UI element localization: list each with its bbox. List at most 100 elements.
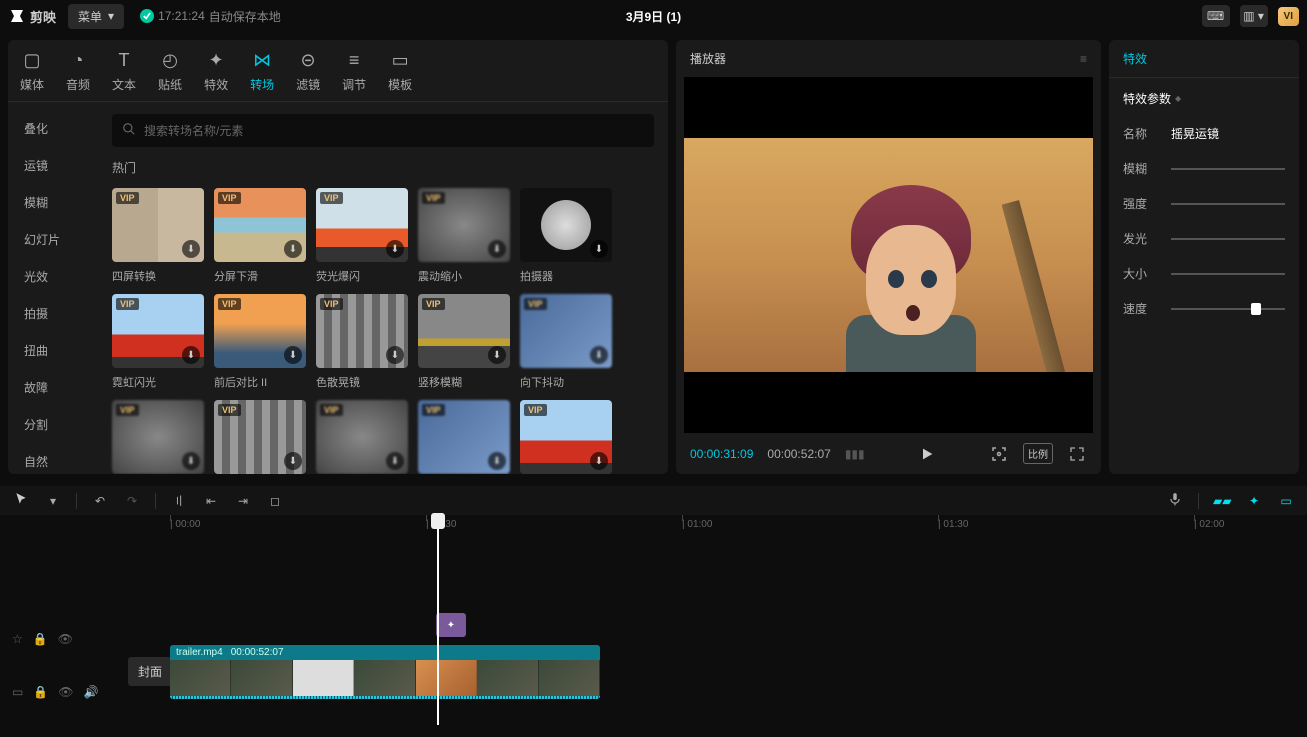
tab-8[interactable]: ▭模板	[388, 48, 412, 101]
asset-item[interactable]: VIP⬇色散晃镜	[316, 294, 408, 390]
audio-icon[interactable]: 🔊	[84, 685, 99, 699]
size-slider[interactable]	[1171, 273, 1285, 275]
cover-button[interactable]: 封面	[128, 657, 172, 686]
tab-5[interactable]: ⋈转场	[250, 48, 274, 101]
effect-clip[interactable]: ✦	[436, 613, 466, 637]
toggle-3[interactable]: ▭	[1277, 494, 1295, 508]
asset-item[interactable]: VIP⬇向下抖动	[520, 294, 612, 390]
track-2-controls[interactable]: ▭ 🔒 👁 🔊	[12, 685, 98, 699]
asset-item[interactable]: VIP⬇震动缩小	[418, 188, 510, 284]
params-header: 特效参数 ◆	[1123, 90, 1285, 107]
trim-left-tool[interactable]: ⇤	[202, 494, 220, 508]
download-icon[interactable]: ⬇	[488, 240, 506, 258]
trim-right-tool[interactable]: ⇥	[234, 494, 252, 508]
blur-slider[interactable]	[1171, 168, 1285, 170]
asset-item[interactable]: VIP⬇竖移模糊	[418, 294, 510, 390]
category-item[interactable]: 自然	[8, 443, 98, 474]
menu-button[interactable]: 菜单 ▾	[68, 4, 124, 29]
undo-button[interactable]: ↶	[91, 494, 109, 508]
param-blur-label: 模糊	[1123, 160, 1159, 177]
download-icon[interactable]: ⬇	[590, 346, 608, 364]
asset-item[interactable]: VIP⬇分屏下滑	[214, 188, 306, 284]
asset-item[interactable]: VIP⬇	[418, 400, 510, 474]
track-1-controls[interactable]: ☆ 🔒 👁	[12, 632, 73, 646]
tab-icon: ▭	[388, 48, 412, 72]
search-input[interactable]: 搜索转场名称/元素	[112, 114, 654, 147]
keyboard-icon[interactable]: ⌨	[1202, 5, 1230, 27]
asset-item[interactable]: VIP⬇	[520, 400, 612, 474]
asset-item[interactable]: ⬇拍摄器	[520, 188, 612, 284]
volume-bars-icon[interactable]: ▮▮▮	[845, 447, 865, 461]
collapse-icon[interactable]: ▭	[12, 685, 23, 699]
category-item[interactable]: 光效	[8, 258, 98, 295]
redo-button[interactable]: ↷	[123, 494, 141, 508]
category-item[interactable]: 分割	[8, 406, 98, 443]
asset-item[interactable]: VIP⬇前后对比 II	[214, 294, 306, 390]
timeline-ruler[interactable]: | 00:00| 00:30| 01:00| 01:30| 02:00	[170, 515, 1307, 537]
download-icon[interactable]: ⬇	[182, 452, 200, 470]
pointer-tool[interactable]	[12, 492, 30, 509]
download-icon[interactable]: ⬇	[182, 240, 200, 258]
tab-1[interactable]: ◔音频	[66, 48, 90, 101]
category-item[interactable]: 扭曲	[8, 332, 98, 369]
player-menu-icon[interactable]: ≡	[1080, 52, 1087, 66]
tab-4[interactable]: ✦特效	[204, 48, 228, 101]
asset-item[interactable]: VIP⬇	[214, 400, 306, 474]
download-icon[interactable]: ⬇	[590, 240, 608, 258]
eye-icon[interactable]: 👁	[58, 632, 73, 646]
category-item[interactable]: 幻灯片	[8, 221, 98, 258]
download-icon[interactable]: ⬇	[386, 346, 404, 364]
video-clip[interactable]: trailer.mp4 00:00:52:07	[170, 645, 600, 699]
layout-icon[interactable]: ▥ ▾	[1240, 5, 1268, 27]
asset-item[interactable]: VIP⬇	[316, 400, 408, 474]
speed-slider[interactable]	[1171, 308, 1285, 310]
category-item[interactable]: 拍摄	[8, 295, 98, 332]
category-item[interactable]: 叠化	[8, 110, 98, 147]
tab-7[interactable]: ≡调节	[342, 48, 366, 101]
tab-0[interactable]: ▢媒体	[20, 48, 44, 101]
tab-6[interactable]: ⊝滤镜	[296, 48, 320, 101]
asset-item[interactable]: VIP⬇霓虹闪光	[112, 294, 204, 390]
play-button[interactable]	[917, 446, 937, 462]
tab-3[interactable]: ◴贴纸	[158, 48, 182, 101]
download-icon[interactable]: ⬇	[284, 240, 302, 258]
video-preview[interactable]	[684, 77, 1093, 433]
asset-name: 霓虹闪光	[112, 374, 204, 390]
download-icon[interactable]: ⬇	[488, 346, 506, 364]
eye-icon[interactable]: 👁	[58, 685, 73, 699]
intensity-slider[interactable]	[1171, 203, 1285, 205]
star-icon[interactable]: ☆	[12, 632, 23, 646]
asset-item[interactable]: VIP⬇荧光爆闪	[316, 188, 408, 284]
download-icon[interactable]: ⬇	[284, 346, 302, 364]
lock-icon[interactable]: 🔒	[33, 632, 48, 646]
download-icon[interactable]: ⬇	[386, 240, 404, 258]
ratio-button[interactable]: 比例	[1023, 443, 1053, 464]
fullscreen-icon[interactable]	[1067, 446, 1087, 462]
tab-icon: ◔	[66, 48, 90, 72]
glow-slider[interactable]	[1171, 238, 1285, 240]
asset-item[interactable]: VIP⬇四屏转换	[112, 188, 204, 284]
download-icon[interactable]: ⬇	[488, 452, 506, 470]
chevron-down-icon[interactable]: ▾	[44, 494, 62, 508]
split-tool[interactable]: 〢	[170, 492, 188, 509]
vip-badge[interactable]: VI	[1278, 7, 1299, 26]
tab-2[interactable]: T文本	[112, 48, 136, 101]
toggle-1[interactable]: ▰▰	[1213, 494, 1231, 508]
vip-tag: VIP	[218, 192, 241, 204]
category-item[interactable]: 故障	[8, 369, 98, 406]
ruler-tick: | 01:30	[938, 519, 968, 530]
category-item[interactable]: 模糊	[8, 184, 98, 221]
toggle-2[interactable]: ✦	[1245, 494, 1263, 508]
download-icon[interactable]: ⬇	[386, 452, 404, 470]
download-icon[interactable]: ⬇	[182, 346, 200, 364]
crop-tool[interactable]: ◻	[266, 494, 284, 508]
asset-name: 荧光爆闪	[316, 268, 408, 284]
safe-zone-icon[interactable]	[989, 445, 1009, 463]
asset-item[interactable]: VIP⬇	[112, 400, 204, 474]
lock-icon[interactable]: 🔒	[33, 685, 48, 699]
download-icon[interactable]: ⬇	[590, 452, 608, 470]
mic-icon[interactable]	[1166, 492, 1184, 509]
download-icon[interactable]: ⬇	[284, 452, 302, 470]
category-item[interactable]: 运镜	[8, 147, 98, 184]
playhead[interactable]	[437, 515, 439, 725]
